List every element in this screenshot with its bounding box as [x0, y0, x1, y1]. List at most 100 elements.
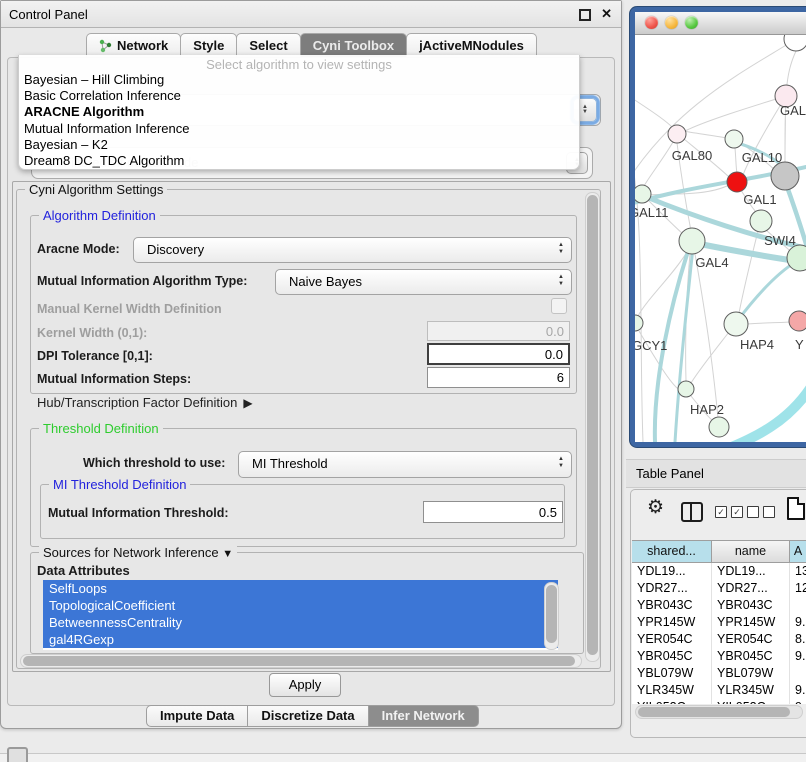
table-cell[interactable]: 13: [790, 563, 806, 580]
mi-steps-field[interactable]: [427, 367, 570, 388]
apply-button[interactable]: Apply: [269, 673, 341, 697]
node-attribute-table[interactable]: shared...nameAYDL19...YDL19...13YDR27...…: [632, 540, 806, 704]
column-header-a[interactable]: A: [790, 541, 806, 563]
dpi-tolerance-field[interactable]: [427, 343, 570, 365]
table-cell[interactable]: YDL19...: [712, 563, 790, 580]
table-cell[interactable]: YIL052C: [632, 699, 712, 704]
network-node-gal10[interactable]: [725, 130, 743, 148]
select-all-columns-icon[interactable]: ✓ ✓: [715, 506, 743, 518]
table-cell[interactable]: 9.: [790, 614, 806, 631]
table-cell[interactable]: YBR045C: [632, 648, 712, 665]
table-cell[interactable]: 9.: [790, 648, 806, 665]
table-cell[interactable]: YBL079W: [632, 665, 712, 682]
minimize-traffic-light-icon[interactable]: [665, 16, 678, 29]
table-row[interactable]: YIL052CYIL052C9: [632, 699, 806, 704]
network-canvas[interactable]: GALGAL80GAL10GAL1GAL11SWI4GAL4GCY1HAP4YH…: [635, 35, 806, 442]
network-node-gal80[interactable]: [668, 125, 686, 143]
collapse-down-icon[interactable]: ▼: [222, 548, 233, 560]
scrollbar-thumb[interactable]: [638, 707, 790, 717]
table-cell[interactable]: YLR345W: [632, 682, 712, 699]
table-cell[interactable]: 12: [790, 580, 806, 597]
which-threshold-combobox[interactable]: MI Threshold ▲▼: [238, 451, 572, 478]
table-row[interactable]: YDL19...YDL19...13: [632, 563, 806, 580]
zoom-traffic-light-icon[interactable]: [685, 16, 698, 29]
table-cell[interactable]: YPR145W: [632, 614, 712, 631]
table-cell[interactable]: YDR27...: [712, 580, 790, 597]
table-row[interactable]: YBL079WYBL079W: [632, 665, 806, 682]
table-row[interactable]: YER054CYER054C8.: [632, 631, 806, 648]
attributes-scrollbar[interactable]: [544, 582, 559, 650]
network-node-y-partial[interactable]: [789, 311, 806, 331]
expand-right-icon[interactable]: ▶: [243, 396, 252, 410]
network-node-hap4[interactable]: [724, 312, 748, 336]
network-node-unlabeled-gray[interactable]: [771, 162, 799, 190]
table-cell[interactable]: YIL052C: [712, 699, 790, 704]
table-panel-titlebar[interactable]: Table Panel: [626, 459, 806, 488]
network-node-gcy1[interactable]: [635, 315, 643, 331]
tab-jactivemnodules[interactable]: jActiveMNodules: [406, 33, 537, 57]
data-attributes-list[interactable]: SelfLoopsTopologicalCoefficientBetweenne…: [43, 580, 558, 650]
table-row[interactable]: YLR345WYLR345W9.: [632, 682, 806, 699]
tab-network[interactable]: Network: [86, 33, 181, 57]
table-cell[interactable]: YER054C: [712, 631, 790, 648]
close-icon[interactable]: ✕: [601, 6, 612, 22]
tab-select[interactable]: Select: [236, 33, 300, 57]
scrollbar-thumb[interactable]: [546, 585, 557, 643]
network-node-swi4[interactable]: [750, 210, 772, 232]
settings-vertical-scrollbar[interactable]: [585, 192, 600, 662]
table-cell[interactable]: 8.: [790, 631, 806, 648]
network-node-gal1[interactable]: [727, 172, 747, 192]
new-table-icon[interactable]: [787, 497, 805, 520]
hub-definition-toggle[interactable]: Hub/Transcription Factor Definition▶: [37, 395, 253, 410]
deselect-all-columns-icon[interactable]: [747, 506, 775, 518]
aracne-mode-combobox[interactable]: Discovery ▲▼: [133, 237, 572, 263]
network-node-gal4[interactable]: [679, 228, 705, 254]
table-cell[interactable]: YBL079W: [712, 665, 790, 682]
close-traffic-light-icon[interactable]: [645, 16, 658, 29]
network-node-unlabeled-top[interactable]: [784, 35, 806, 51]
network-node-gal11[interactable]: [635, 185, 651, 203]
manual-kernel-checkbox[interactable]: [551, 298, 567, 314]
table-cell[interactable]: YDR27...: [632, 580, 712, 597]
network-node-unlabeled-bottom[interactable]: [709, 417, 729, 437]
attribute-selfloops[interactable]: SelfLoops: [43, 580, 558, 597]
scrollbar-thumb[interactable]: [23, 656, 575, 666]
table-cell[interactable]: 9: [790, 699, 806, 704]
mi-threshold-field[interactable]: [423, 501, 563, 523]
algorithm-option-bayesian-hill-climbing[interactable]: Bayesian – Hill Climbing: [19, 72, 579, 88]
table-cell[interactable]: [790, 665, 806, 682]
table-cell[interactable]: YBR043C: [712, 597, 790, 614]
kernel-width-field[interactable]: [427, 321, 570, 341]
attribute-betweennesscentrality[interactable]: BetweennessCentrality: [43, 614, 558, 631]
mi-algorithm-type-combobox[interactable]: Naive Bayes ▲▼: [275, 269, 572, 295]
network-node-hap2[interactable]: [678, 381, 694, 397]
tab-infer-network[interactable]: Infer Network: [368, 705, 479, 727]
table-row[interactable]: YBR045CYBR045C9.: [632, 648, 806, 665]
algorithm-option-mutual-information-inference[interactable]: Mutual Information Inference: [19, 121, 579, 137]
network-window-titlebar[interactable]: [635, 12, 806, 35]
algorithm-option-aracne-algorithm[interactable]: ARACNE Algorithm: [19, 104, 579, 120]
gear-icon[interactable]: ⚙: [647, 496, 664, 519]
table-cell[interactable]: YDL19...: [632, 563, 712, 580]
table-cell[interactable]: YBR045C: [712, 648, 790, 665]
tab-discretize-data[interactable]: Discretize Data: [247, 705, 368, 727]
collapsed-panel-icon[interactable]: [7, 747, 28, 762]
control-panel-titlebar[interactable]: Control Panel ✕: [1, 1, 621, 28]
table-row[interactable]: YPR145WYPR145W9.: [632, 614, 806, 631]
attribute-topologicalcoefficient[interactable]: TopologicalCoefficient: [43, 597, 558, 614]
table-cell[interactable]: YLR345W: [712, 682, 790, 699]
table-row[interactable]: YDR27...YDR27...12: [632, 580, 806, 597]
scrollbar-thumb[interactable]: [587, 195, 598, 655]
settings-horizontal-scrollbar[interactable]: [20, 654, 582, 668]
table-cell[interactable]: YER054C: [632, 631, 712, 648]
algorithm-option-basic-correlation-inference[interactable]: Basic Correlation Inference: [19, 88, 579, 104]
algorithm-option-dream8-dc-tdc-algorithm[interactable]: Dream8 DC_TDC Algorithm: [19, 153, 579, 169]
tab-cyni-toolbox[interactable]: Cyni Toolbox: [300, 33, 407, 57]
column-header-shared[interactable]: shared...: [632, 541, 712, 563]
table-row[interactable]: YBR043CYBR043C: [632, 597, 806, 614]
table-cell[interactable]: [790, 597, 806, 614]
attribute-gal4rgexp[interactable]: gal4RGexp: [43, 631, 558, 648]
float-window-icon[interactable]: [579, 9, 591, 21]
tab-style[interactable]: Style: [180, 33, 237, 57]
table-cell[interactable]: YPR145W: [712, 614, 790, 631]
